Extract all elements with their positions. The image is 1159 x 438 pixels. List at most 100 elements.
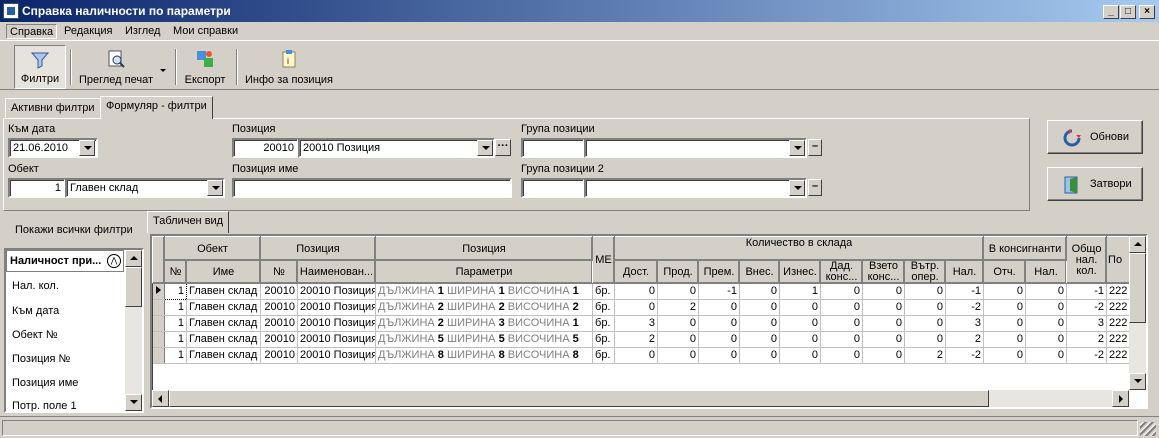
menu-moi-spravki[interactable]: Мои справки	[170, 24, 241, 39]
cell-vnes[interactable]: 0	[739, 331, 781, 348]
cell-vzeto[interactable]: 0	[862, 299, 906, 316]
scroll-down-button[interactable]	[125, 394, 142, 411]
cell-total[interactable]: -1	[1066, 283, 1108, 300]
collapse-icon[interactable]: ⋀	[107, 254, 121, 268]
cell-otch[interactable]: 0	[983, 299, 1027, 316]
cell-obj-no[interactable]: 1	[164, 315, 187, 332]
table-row[interactable]: 1 Главен склад 20010 20010 Позиция ДЪЛЖИНА 2…	[152, 315, 1146, 332]
cell-prem[interactable]: 0	[698, 347, 741, 364]
total-header[interactable]: Общо нал. кол.	[1066, 236, 1108, 284]
cell-prem[interactable]: 0	[698, 315, 741, 332]
cell-nal[interactable]: -2	[945, 299, 985, 316]
cell-nal[interactable]: -2	[945, 347, 985, 364]
grid-vscroll-thumb[interactable]	[1129, 253, 1146, 323]
cell-vzeto[interactable]: 0	[862, 347, 906, 364]
cell-pos-name[interactable]: 20010 Позиция	[297, 283, 377, 300]
cell-dad[interactable]: 0	[820, 331, 864, 348]
cell-vnes[interactable]: 0	[739, 315, 781, 332]
menu-izgled[interactable]: Изглед	[122, 24, 163, 39]
cell-pos-no[interactable]: 20010	[260, 315, 299, 332]
cell-unit[interactable]: бр.	[592, 347, 616, 364]
print-preview-dropdown[interactable]	[158, 45, 170, 89]
position-dropdown[interactable]	[477, 140, 493, 156]
prod-header[interactable]: Прод.	[657, 260, 700, 284]
grid-scroll-down-button[interactable]	[1129, 373, 1146, 390]
table-row[interactable]: 1 Главен склад 20010 20010 Позиция ДЪЛЖИНА 2…	[152, 299, 1146, 316]
position-number-field[interactable]: 20010	[232, 138, 299, 158]
cell-obj-no[interactable]: 1	[164, 331, 187, 348]
field-list-header[interactable]: Наличност при...	[10, 255, 101, 267]
cell-vatr[interactable]: 0	[904, 331, 947, 348]
cell-params[interactable]: ДЪЛЖИНА 2 ШИРИНА 3 ВИСОЧИНА 1	[375, 315, 594, 332]
group-dropdown[interactable]	[789, 140, 805, 156]
cell-unit[interactable]: бр.	[592, 299, 616, 316]
group-number-field[interactable]	[521, 138, 585, 158]
table-row[interactable]: 1 Главен склад 20010 20010 Позиция ДЪЛЖИНА 5…	[152, 331, 1146, 348]
cell-vnes[interactable]: 0	[739, 299, 781, 316]
cell-prod[interactable]: 0	[657, 347, 700, 364]
position-name-field[interactable]	[232, 178, 512, 198]
cell-otch[interactable]: 0	[983, 331, 1027, 348]
cell-prem[interactable]: 0	[698, 331, 741, 348]
cell-nal2[interactable]: 0	[1025, 347, 1068, 364]
cell-vzeto[interactable]: 0	[862, 315, 906, 332]
table-row[interactable]: 1 Главен склад 20010 20010 Позиция ДЪЛЖИНА 8…	[152, 347, 1146, 364]
vnes-header[interactable]: Внес.	[739, 260, 781, 284]
cell-izn[interactable]: 1	[779, 283, 822, 300]
cell-total[interactable]: -2	[1066, 299, 1108, 316]
consign-group-header[interactable]: В консигнанти	[983, 236, 1068, 261]
cell-dost[interactable]: 3	[614, 315, 659, 332]
cell-total[interactable]: 2	[1066, 331, 1108, 348]
cell-pos-no[interactable]: 20010	[260, 331, 299, 348]
cell-nal2[interactable]: 0	[1025, 299, 1068, 316]
position-browse-button[interactable]: ···	[495, 139, 511, 156]
field-item-pozitsiya-ime[interactable]: Позиция име	[12, 377, 78, 389]
cell-pos-no[interactable]: 20010	[260, 283, 299, 300]
cell-dad[interactable]: 0	[820, 299, 864, 316]
group2-number-field[interactable]	[521, 178, 585, 198]
cell-params[interactable]: ДЪЛЖИНА 1 ШИРИНА 1 ВИСОЧИНА 1	[375, 283, 594, 300]
resize-grip[interactable]	[1140, 422, 1156, 436]
grid-scroll-up-button[interactable]	[1129, 236, 1146, 253]
cell-nal[interactable]: -1	[945, 283, 985, 300]
field-item-obekt-no[interactable]: Обект №	[12, 329, 58, 341]
cell-dad[interactable]: 0	[820, 315, 864, 332]
cell-nal2[interactable]: 0	[1025, 283, 1068, 300]
cell-otch[interactable]: 0	[983, 315, 1027, 332]
cell-obj-no[interactable]: 1	[164, 347, 187, 364]
to-date-dropdown[interactable]	[79, 140, 95, 156]
cell-prod[interactable]: 0	[657, 315, 700, 332]
cell-obj-name[interactable]: Главен склад	[186, 347, 262, 364]
grid-scroll-right-button[interactable]	[1112, 390, 1129, 407]
scroll-thumb[interactable]	[125, 267, 142, 307]
cell-vnes[interactable]: 0	[739, 347, 781, 364]
cell-vatr[interactable]: 0	[904, 299, 947, 316]
cell-params[interactable]: ДЪЛЖИНА 5 ШИРИНА 5 ВИСОЧИНА 5	[375, 331, 594, 348]
group2-dropdown[interactable]	[789, 180, 805, 196]
refresh-button[interactable]: Обнови	[1047, 120, 1143, 154]
cell-pos-name[interactable]: 20010 Позиция	[297, 331, 377, 348]
dost-header[interactable]: Дост.	[614, 260, 659, 284]
position-select[interactable]: 20010 Позиция	[298, 138, 495, 158]
cell-obj-no[interactable]: 1	[164, 299, 187, 316]
pos-no-header[interactable]: №	[260, 260, 299, 284]
cell-otch[interactable]: 0	[983, 347, 1027, 364]
group2-select[interactable]	[584, 178, 807, 198]
cell-unit[interactable]: бр.	[592, 283, 616, 300]
close-button[interactable]: Затвори	[1047, 167, 1143, 201]
qty-group-header[interactable]: Количество в склада	[614, 236, 985, 261]
show-all-filters-button[interactable]: Покажи всички филтри	[15, 224, 133, 236]
cell-nal2[interactable]: 0	[1025, 331, 1068, 348]
cell-unit[interactable]: бр.	[592, 331, 616, 348]
pos-name-header[interactable]: Наименован...	[297, 260, 377, 284]
otch-header[interactable]: Отч.	[983, 260, 1027, 284]
minimize-button[interactable]: _	[1103, 5, 1119, 19]
cell-izn[interactable]: 0	[779, 299, 822, 316]
cell-prod[interactable]: 0	[657, 283, 700, 300]
field-item-pozitsiya-no[interactable]: Позиция №	[12, 353, 70, 365]
cell-izn[interactable]: 0	[779, 315, 822, 332]
cell-total[interactable]: -2	[1066, 347, 1108, 364]
maximize-button[interactable]: □	[1120, 5, 1136, 19]
cell-prod[interactable]: 0	[657, 331, 700, 348]
cell-pos-no[interactable]: 20010	[260, 299, 299, 316]
